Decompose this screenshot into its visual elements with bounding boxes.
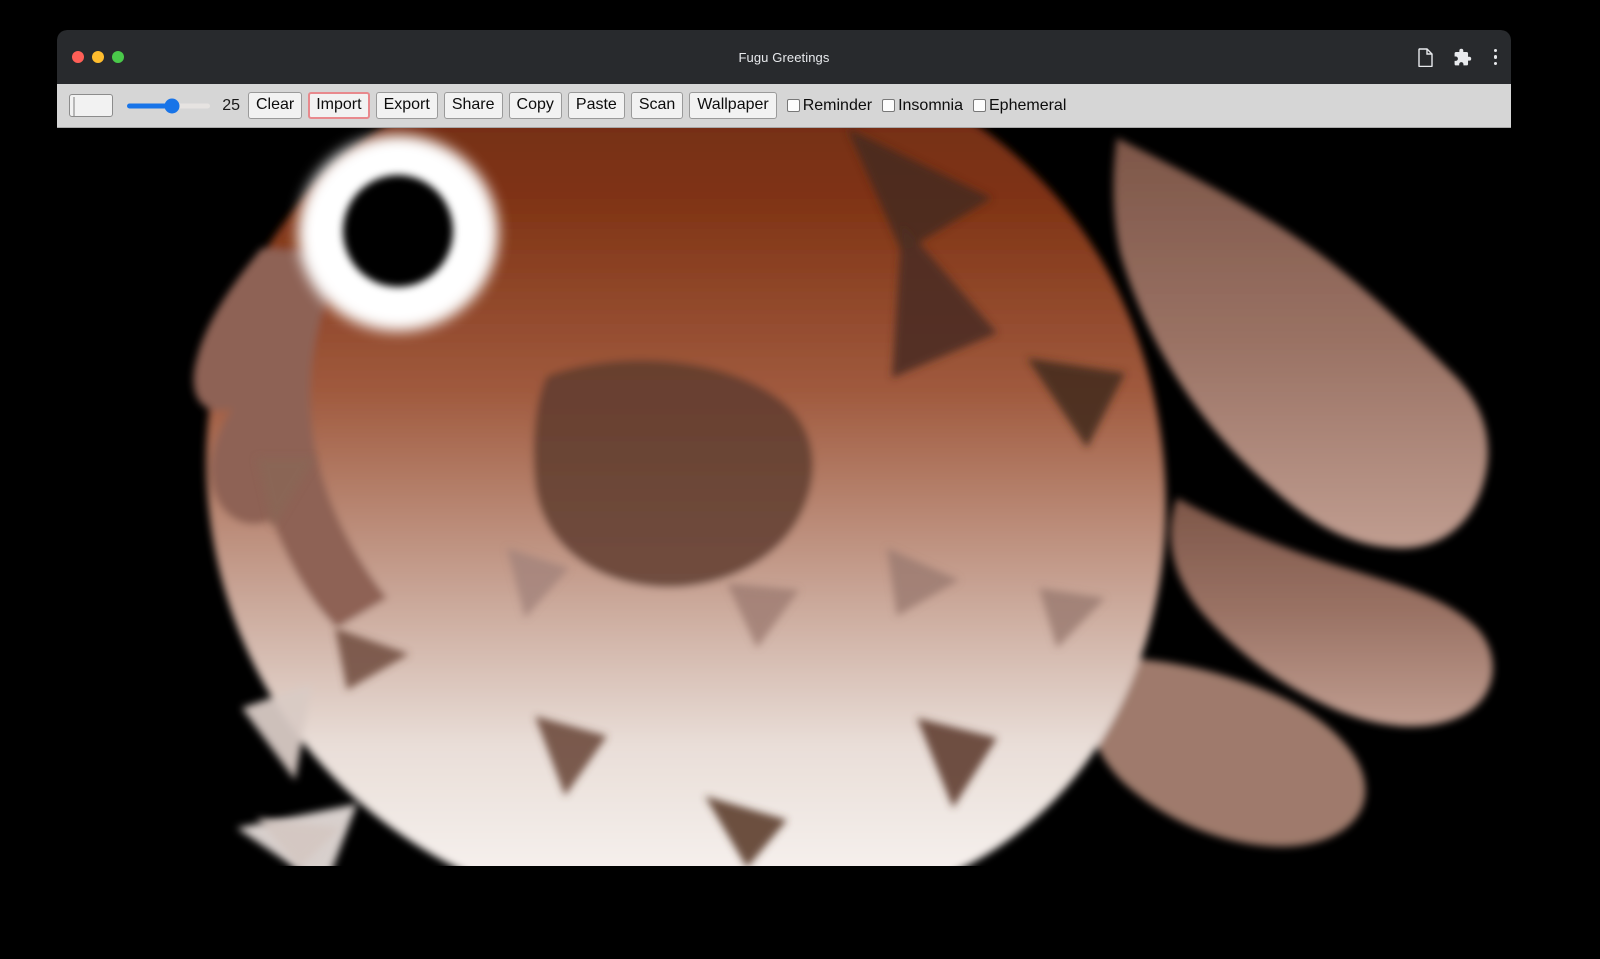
- ephemeral-checkbox[interactable]: Ephemeral: [973, 97, 1066, 115]
- maximize-button[interactable]: [112, 51, 124, 63]
- fish-eye: [298, 135, 498, 331]
- minimize-button[interactable]: [92, 51, 104, 63]
- color-picker-swatch: [73, 97, 75, 116]
- export-button[interactable]: Export: [376, 92, 438, 119]
- line-width-slider[interactable]: [127, 98, 210, 114]
- paste-button[interactable]: Paste: [568, 92, 625, 119]
- insomnia-checkbox[interactable]: Insomnia: [882, 97, 963, 115]
- color-picker-input[interactable]: [69, 94, 113, 117]
- kebab-menu-icon[interactable]: [1490, 47, 1502, 68]
- extensions-puzzle-icon[interactable]: [1452, 46, 1474, 68]
- screen: Fugu Greetings: [0, 0, 1600, 959]
- document-icon[interactable]: [1414, 46, 1436, 68]
- insomnia-checkbox-label: Insomnia: [898, 97, 963, 115]
- ephemeral-checkbox-box[interactable]: [973, 99, 986, 112]
- slider-value-label: 25: [220, 97, 240, 115]
- close-button[interactable]: [72, 51, 84, 63]
- drawing-canvas[interactable]: [57, 128, 1511, 866]
- app-window: Fugu Greetings: [57, 30, 1511, 866]
- app-toolbar: 25 Clear Import Export Share Copy Paste …: [57, 84, 1511, 128]
- titlebar-actions: [1414, 46, 1502, 68]
- blowfish-artwork: [57, 128, 1511, 866]
- ephemeral-checkbox-label: Ephemeral: [989, 97, 1066, 115]
- copy-button[interactable]: Copy: [509, 92, 562, 119]
- reminder-checkbox-box[interactable]: [787, 99, 800, 112]
- wallpaper-button[interactable]: Wallpaper: [689, 92, 776, 119]
- reminder-checkbox-label: Reminder: [803, 97, 872, 115]
- import-button[interactable]: Import: [308, 92, 369, 119]
- slider-thumb[interactable]: [164, 98, 179, 113]
- traffic-light-group: [72, 51, 124, 63]
- insomnia-checkbox-box[interactable]: [882, 99, 895, 112]
- clear-button[interactable]: Clear: [248, 92, 302, 119]
- window-title: Fugu Greetings: [57, 50, 1511, 65]
- reminder-checkbox[interactable]: Reminder: [787, 97, 872, 115]
- scan-button[interactable]: Scan: [631, 92, 683, 119]
- share-button[interactable]: Share: [444, 92, 503, 119]
- window-titlebar: Fugu Greetings: [57, 30, 1511, 84]
